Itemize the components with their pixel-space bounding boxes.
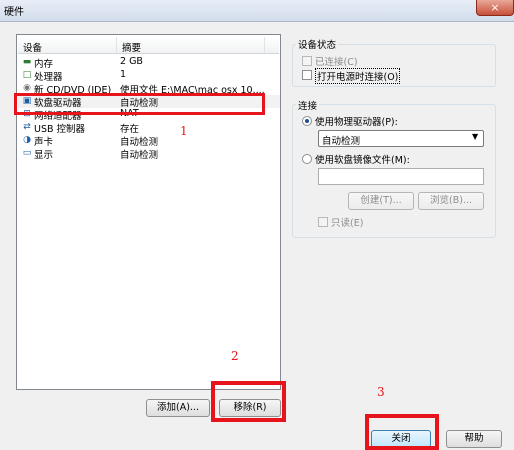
use-image-file-radio[interactable] [302, 154, 312, 164]
close-icon: × [490, 1, 500, 14]
display-icon: ▭ [22, 148, 32, 158]
device-row-display[interactable]: ▭ 显示 自动检测 [18, 147, 280, 161]
physical-drive-value: 自动检测 [322, 136, 361, 147]
annotation-box-2 [211, 381, 286, 422]
device-row-sound[interactable]: ◑ 声卡 自动检测 [18, 134, 280, 148]
connected-label: 已连接(C) [315, 57, 358, 68]
cd-dvd-icon: ◉ [23, 83, 31, 93]
device-name: 显示 [34, 150, 54, 161]
image-file-input[interactable] [318, 168, 484, 185]
connected-checkbox[interactable] [302, 56, 312, 66]
device-row-memory[interactable]: ▬ 内存 2 GB [18, 56, 280, 70]
connect-at-power-on-checkbox[interactable] [302, 70, 312, 80]
device-list-header: 设备 摘要 [18, 36, 279, 54]
window-title: 硬件 [4, 7, 24, 18]
column-device[interactable]: 设备 [23, 40, 42, 54]
readonly-label: 只读(E) [331, 218, 364, 229]
usb-icon: ⇄ [23, 122, 31, 132]
radio-selected-dot [305, 119, 309, 123]
readonly-checkbox[interactable] [318, 217, 328, 227]
device-name: USB 控制器 [34, 124, 86, 135]
device-summary: 自动检测 [120, 137, 159, 148]
device-summary: 自动检测 [120, 150, 159, 161]
title-bar: 硬件 × [0, 0, 514, 22]
annotation-number-2: 2 [231, 349, 239, 363]
physical-drive-select[interactable]: 自动检测 ▼ [318, 130, 484, 147]
annotation-box-3 [365, 414, 439, 450]
use-physical-drive-radio[interactable] [302, 116, 312, 126]
device-summary: 2 GB [120, 56, 143, 67]
help-button[interactable]: 帮助 [446, 430, 502, 448]
chevron-down-icon: ▼ [472, 132, 479, 141]
browse-button[interactable]: 浏览(B)... [418, 192, 484, 210]
sound-icon: ◑ [23, 135, 31, 145]
device-name: 处理器 [34, 72, 63, 83]
device-summary: 1 [120, 69, 127, 80]
device-row-usb[interactable]: ⇄ USB 控制器 存在 [18, 121, 280, 135]
add-button[interactable]: 添加(A)... [146, 399, 210, 417]
create-button[interactable]: 创建(T)... [348, 192, 414, 210]
annotation-number-3: 3 [377, 385, 385, 399]
device-status-title: 设备状态 [296, 37, 339, 51]
annotation-box-1 [14, 93, 265, 115]
column-separator [116, 37, 117, 53]
device-name: 内存 [34, 59, 54, 70]
annotation-number-1: 1 [180, 124, 188, 138]
connect-at-power-on-label: 打开电源时连接(O) [315, 68, 401, 84]
connection-title: 连接 [296, 98, 320, 112]
use-physical-drive-label: 使用物理驱动器(P): [315, 117, 398, 128]
device-name: 声卡 [34, 137, 54, 148]
memory-icon: ▬ [22, 57, 32, 67]
column-separator [264, 37, 265, 53]
use-image-file-label: 使用软盘镜像文件(M): [315, 155, 410, 166]
column-summary[interactable]: 摘要 [122, 40, 141, 54]
device-row-processor[interactable]: □ 处理器 1 [18, 69, 280, 83]
window-close-button[interactable]: × [476, 0, 514, 16]
device-list[interactable]: 设备 摘要 ▬ 内存 2 GB □ 处理器 1 ◉ 新 CD/DVD (IDE)… [16, 34, 281, 390]
processor-icon: □ [22, 70, 32, 80]
device-summary: 存在 [120, 124, 140, 135]
